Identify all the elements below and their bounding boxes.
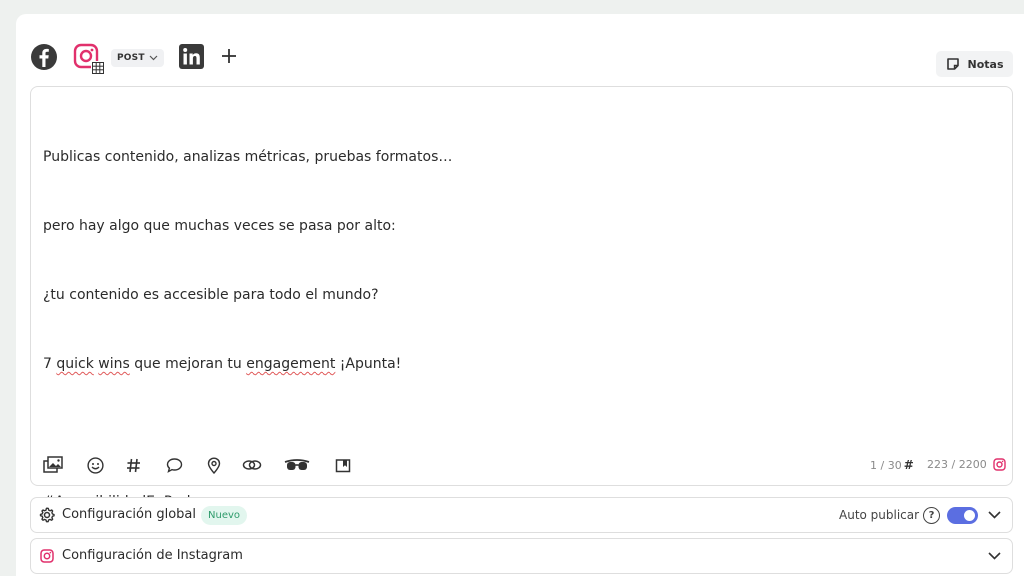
character-counter: 223 / 2200	[927, 458, 1006, 471]
text-fragment: que mejoran tu	[129, 356, 247, 372]
hashtag-icon[interactable]	[123, 455, 143, 475]
misspelled-word: wins	[98, 356, 130, 372]
global-config-accordion[interactable]: Configuración global Nuevo Auto publicar…	[30, 497, 1013, 533]
notes-button[interactable]: Notas	[936, 51, 1013, 77]
ai-glasses-icon[interactable]	[284, 455, 310, 475]
hashtag-counter: 1 / 30 #	[870, 458, 914, 472]
post-text[interactable]: Publicas contenido, analizas métricas, p…	[43, 100, 943, 560]
chevron-down-icon[interactable]	[987, 549, 1001, 563]
notes-button-label: Notas	[967, 57, 1004, 71]
post-editor[interactable]: Publicas contenido, analizas métricas, p…	[30, 86, 1013, 510]
facebook-icon[interactable]	[30, 43, 58, 71]
misspelled-word: engagement	[246, 356, 336, 372]
comment-icon[interactable]	[164, 455, 184, 475]
global-config-title: Configuración global	[62, 507, 196, 522]
hashtag-count: 1 / 30	[870, 458, 902, 472]
auto-publish-toggle[interactable]	[947, 507, 978, 524]
chevron-down-icon	[149, 55, 158, 61]
emoji-icon[interactable]	[85, 455, 105, 475]
grid-icon	[91, 61, 105, 75]
link-icon[interactable]	[242, 455, 262, 475]
plus-icon	[222, 49, 236, 63]
location-icon[interactable]	[204, 455, 224, 475]
post-type-label: POST	[117, 53, 145, 63]
help-icon[interactable]: ?	[923, 507, 940, 524]
note-icon	[946, 58, 959, 70]
char-count: 223 / 2200	[927, 458, 987, 471]
instagram-icon	[993, 458, 1006, 471]
post-line: ¿tu contenido es accesible para todo el …	[43, 287, 379, 303]
text-fragment: ¡Apunta!	[335, 356, 402, 372]
auto-publish-label: Auto publicar	[839, 508, 920, 522]
text-fragment: 7	[43, 356, 57, 372]
instagram-icon	[39, 548, 55, 564]
chevron-down-icon[interactable]	[987, 508, 1001, 522]
post-line: Publicas contenido, analizas métricas, p…	[43, 149, 453, 165]
add-network-button[interactable]	[218, 45, 240, 67]
bookmark-icon[interactable]	[333, 455, 353, 475]
post-type-select[interactable]: POST	[111, 49, 164, 67]
linkedin-icon[interactable]	[178, 43, 205, 70]
instagram-config-accordion[interactable]: Configuración de Instagram	[30, 538, 1013, 574]
toggle-knob	[964, 510, 975, 521]
hashtag-icon: #	[903, 458, 914, 472]
new-badge: Nuevo	[201, 506, 248, 525]
post-line: pero hay algo que muchas veces se pasa p…	[43, 218, 396, 234]
post-line-empty	[43, 422, 943, 445]
instagram-config-title: Configuración de Instagram	[62, 548, 243, 563]
post-line: 7 quick wins que mejoran tu engagement ¡…	[43, 353, 943, 376]
media-icon[interactable]	[43, 455, 63, 475]
misspelled-word: quick	[56, 356, 94, 372]
gear-icon	[39, 507, 55, 523]
